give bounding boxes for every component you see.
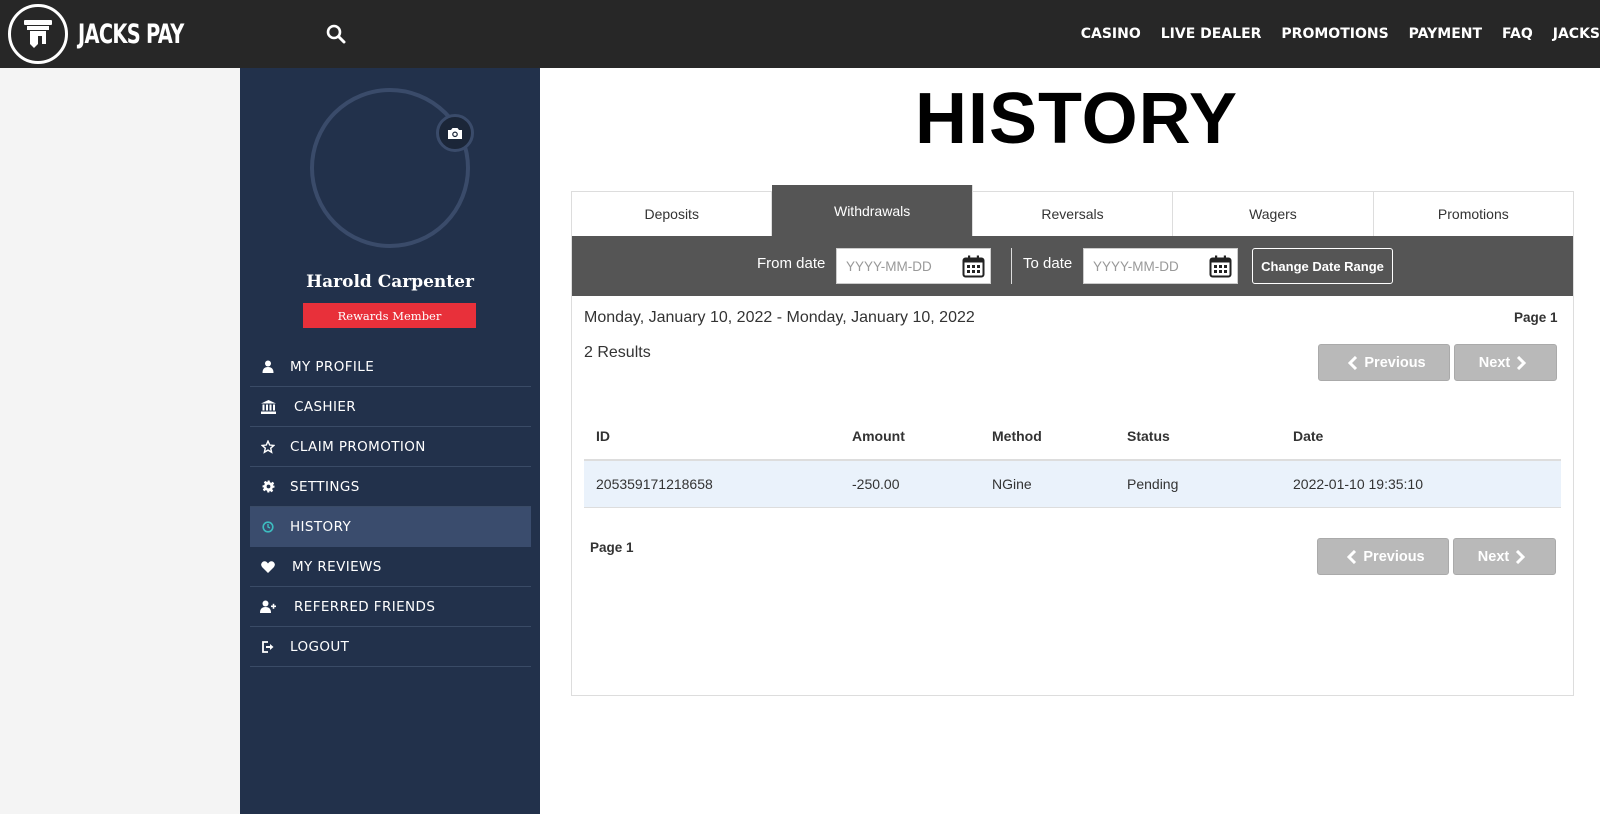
from-date-input[interactable]	[837, 249, 952, 283]
sidebar-item-my-reviews[interactable]: MY REVIEWS	[250, 547, 531, 587]
nav-faq[interactable]: FAQ	[1502, 26, 1533, 42]
sidebar-item-label: CLAIM PROMOTION	[290, 438, 426, 455]
user-icon	[260, 359, 276, 375]
page-title: HISTORY	[914, 79, 1239, 159]
column-header-status[interactable]: Status	[1115, 412, 1281, 461]
to-date-input[interactable]	[1084, 249, 1199, 283]
sidebar-item-my-profile[interactable]: MY PROFILE	[250, 347, 531, 387]
clock-icon	[260, 519, 276, 535]
withdrawals-table: ID Amount Method Status Date 20535917121…	[584, 412, 1561, 508]
history-panel: Deposits Withdrawals Reversals Wagers Pr…	[571, 185, 1574, 696]
user-name: Harold Carpenter	[306, 272, 474, 292]
sidebar-item-referred-friends[interactable]: REFERRED FRIENDS	[250, 587, 531, 627]
logout-icon	[260, 639, 276, 655]
chevron-left-icon	[1347, 549, 1357, 564]
sidebar-item-logout[interactable]: LOGOUT	[250, 627, 531, 667]
history-tabs: Deposits Withdrawals Reversals Wagers Pr…	[572, 185, 1574, 236]
nav-payment[interactable]: PAYMENT	[1409, 26, 1482, 42]
to-date-field	[1083, 248, 1238, 284]
cell-date: 2022-01-10 19:35:10	[1281, 460, 1561, 508]
to-date-label: To date	[1023, 255, 1073, 272]
nav-live-dealer[interactable]: LIVE DEALER	[1161, 26, 1262, 42]
sidebar-item-label: CASHIER	[294, 398, 357, 415]
nav-casino[interactable]: CASINO	[1081, 26, 1141, 42]
next-label: Next	[1478, 354, 1511, 371]
next-button-top[interactable]: Next	[1454, 344, 1557, 381]
user-plus-icon	[260, 599, 276, 615]
search-icon[interactable]	[326, 24, 348, 46]
main-content: HISTORY Deposits Withdrawals Reversals W…	[540, 68, 1600, 814]
previous-button-top[interactable]: Previous	[1318, 344, 1450, 381]
chevron-left-icon	[1348, 355, 1358, 370]
next-button-bottom[interactable]: Next	[1453, 538, 1556, 575]
table-row: 205359171218658 -250.00 NGine Pending 20…	[584, 460, 1561, 508]
page-indicator-top: Page 1	[1514, 310, 1558, 325]
calendar-icon[interactable]	[962, 255, 985, 278]
tab-wagers[interactable]: Wagers	[1173, 192, 1374, 236]
tab-withdrawals[interactable]: Withdrawals	[772, 185, 973, 236]
column-header-id[interactable]: ID	[584, 412, 840, 461]
tab-deposits[interactable]: Deposits	[572, 192, 773, 236]
table-header-row: ID Amount Method Status Date	[584, 412, 1561, 461]
from-date-field	[836, 248, 991, 284]
sidebar-item-label: HISTORY	[290, 518, 352, 535]
column-header-method[interactable]: Method	[980, 412, 1115, 461]
sidebar-item-label: LOGOUT	[290, 638, 350, 655]
main-nav: CASINO LIVE DEALER PROMOTIONS PAYMENT FA…	[1061, 0, 1600, 68]
star-icon	[260, 439, 276, 455]
sidebar-item-label: MY PROFILE	[290, 358, 375, 375]
gear-icon	[260, 479, 276, 495]
calendar-icon[interactable]	[1209, 255, 1232, 278]
chevron-right-icon	[1517, 355, 1527, 370]
tab-promotions[interactable]: Promotions	[1373, 192, 1574, 236]
page-indicator-bottom: Page 1	[590, 540, 634, 555]
next-label: Next	[1477, 548, 1510, 565]
chevron-right-icon	[1516, 549, 1526, 564]
sidebar-item-history[interactable]: HISTORY	[250, 507, 531, 547]
sidebar-item-label: SETTINGS	[290, 478, 360, 495]
cell-id: 205359171218658	[584, 460, 840, 508]
logo-text: JACKS PAY	[78, 18, 184, 50]
sidebar-item-cashier[interactable]: CASHIER	[250, 387, 531, 427]
date-range-text: Monday, January 10, 2022 - Monday, Janua…	[584, 309, 975, 326]
cell-amount: -250.00	[840, 460, 980, 508]
previous-label: Previous	[1363, 548, 1425, 565]
column-header-amount[interactable]: Amount	[840, 412, 980, 461]
site-logo[interactable]: JACKS PAY	[8, 4, 225, 64]
change-date-range-button[interactable]: Change Date Range	[1252, 248, 1393, 284]
cell-method: NGine	[980, 460, 1115, 508]
results-count: 2 Results	[584, 344, 651, 361]
nav-promotions[interactable]: PROMOTIONS	[1281, 26, 1388, 42]
from-date-label: From date	[757, 255, 826, 272]
top-header: JACKS PAY CASINO LIVE DEALER PROMOTIONS …	[0, 0, 1600, 68]
column-header-date[interactable]: Date	[1281, 412, 1561, 461]
sidebar-menu: MY PROFILE CASHIER CLAIM PROMOTION SETTI…	[250, 347, 531, 667]
account-sidebar: Harold Carpenter Rewards Member MY PROFI…	[240, 68, 540, 814]
nav-jacks[interactable]: JACKS	[1553, 26, 1600, 42]
tab-reversals[interactable]: Reversals	[972, 192, 1174, 236]
previous-label: Previous	[1364, 354, 1426, 371]
sidebar-item-claim-promotion[interactable]: CLAIM PROMOTION	[250, 427, 531, 467]
previous-button-bottom[interactable]: Previous	[1317, 538, 1449, 575]
sidebar-item-label: REFERRED FRIENDS	[294, 598, 436, 615]
rewards-badge: Rewards Member	[303, 303, 476, 328]
sidebar-item-settings[interactable]: SETTINGS	[250, 467, 531, 507]
date-filter-bar: From date To date Change Date Range	[572, 236, 1573, 296]
camera-icon[interactable]	[436, 114, 474, 152]
sidebar-item-label: MY REVIEWS	[292, 558, 382, 575]
avatar	[310, 88, 470, 248]
bank-icon	[260, 399, 276, 415]
filter-divider	[1011, 248, 1012, 284]
logo-emblem-icon	[8, 4, 68, 64]
heart-icon	[260, 559, 276, 575]
cell-status: Pending	[1115, 460, 1281, 508]
